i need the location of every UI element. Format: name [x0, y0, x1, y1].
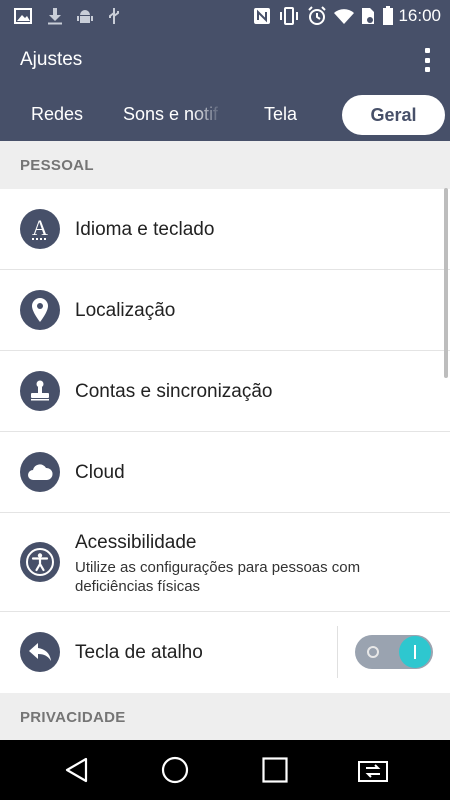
section-label: PESSOAL [20, 157, 94, 174]
list-item-title: Cloud [75, 462, 125, 483]
tab-bar: Redes Sons e notificações Tela Geral [0, 88, 450, 141]
shortcut-toggle[interactable] [355, 635, 433, 669]
section-header-privacidade: PRIVACIDADE [0, 693, 450, 740]
download-icon [45, 7, 65, 25]
navigation-bar [0, 740, 450, 800]
list-item-title: Idioma e teclado [75, 219, 215, 240]
vibrate-icon [278, 7, 300, 25]
usb-icon [106, 7, 122, 25]
tab-fade [192, 88, 222, 141]
page-title: Ajustes [20, 49, 83, 70]
list-item-title: Contas e sincronização [75, 381, 273, 402]
language-icon: A [20, 209, 60, 249]
cloud-icon [20, 452, 60, 492]
dual-window-icon[interactable] [353, 752, 393, 788]
list-item-cloud[interactable]: Cloud [0, 432, 450, 513]
list-item-localizacao[interactable]: Localização [0, 270, 450, 351]
section-label: PRIVACIDADE [20, 709, 126, 726]
tab-geral[interactable]: Geral [342, 95, 445, 135]
accessibility-icon [20, 542, 60, 582]
toggle-knob [399, 636, 431, 668]
list-item-tecla-de-atalho[interactable]: Tecla de atalho [0, 612, 450, 693]
battery-icon [381, 6, 395, 25]
status-bar: 16:00 [0, 0, 450, 32]
tab-tela[interactable]: Tela [264, 88, 297, 141]
section-header-pessoal: PESSOAL [0, 141, 450, 189]
tab-redes[interactable]: Redes [31, 88, 83, 141]
android-debug-icon [75, 7, 95, 25]
list-item-acessibilidade[interactable]: Acessibilidade Utilize as configurações … [0, 513, 450, 612]
list-item-title: Localização [75, 300, 176, 321]
more-vertical-icon[interactable] [418, 46, 436, 74]
home-icon[interactable] [155, 752, 195, 788]
wifi-icon [333, 7, 355, 25]
status-time: 16:00 [398, 6, 441, 25]
nfc-icon [252, 7, 272, 25]
stamp-icon [20, 371, 60, 411]
app-bar: Ajustes [0, 32, 450, 88]
list-item-title: Acessibilidade [75, 532, 197, 553]
svg-text:A: A [32, 216, 48, 240]
sim-no-icon [360, 7, 376, 25]
reply-arrow-icon [20, 632, 60, 672]
location-pin-icon [20, 290, 60, 330]
image-icon [12, 7, 34, 25]
divider [337, 626, 338, 678]
scrollbar[interactable] [444, 188, 448, 378]
recents-icon[interactable] [255, 752, 295, 788]
alarm-icon [306, 6, 328, 25]
list-item-contas-e-sincronizacao[interactable]: Contas e sincronização [0, 351, 450, 432]
toggle-off-mark [367, 646, 379, 658]
list-item-subtitle: Utilize as configurações para pessoas co… [75, 559, 361, 595]
list-item-idioma-e-teclado[interactable]: A Idioma e teclado [0, 189, 450, 270]
list-item-title: Tecla de atalho [75, 642, 203, 663]
back-icon[interactable] [57, 752, 97, 788]
